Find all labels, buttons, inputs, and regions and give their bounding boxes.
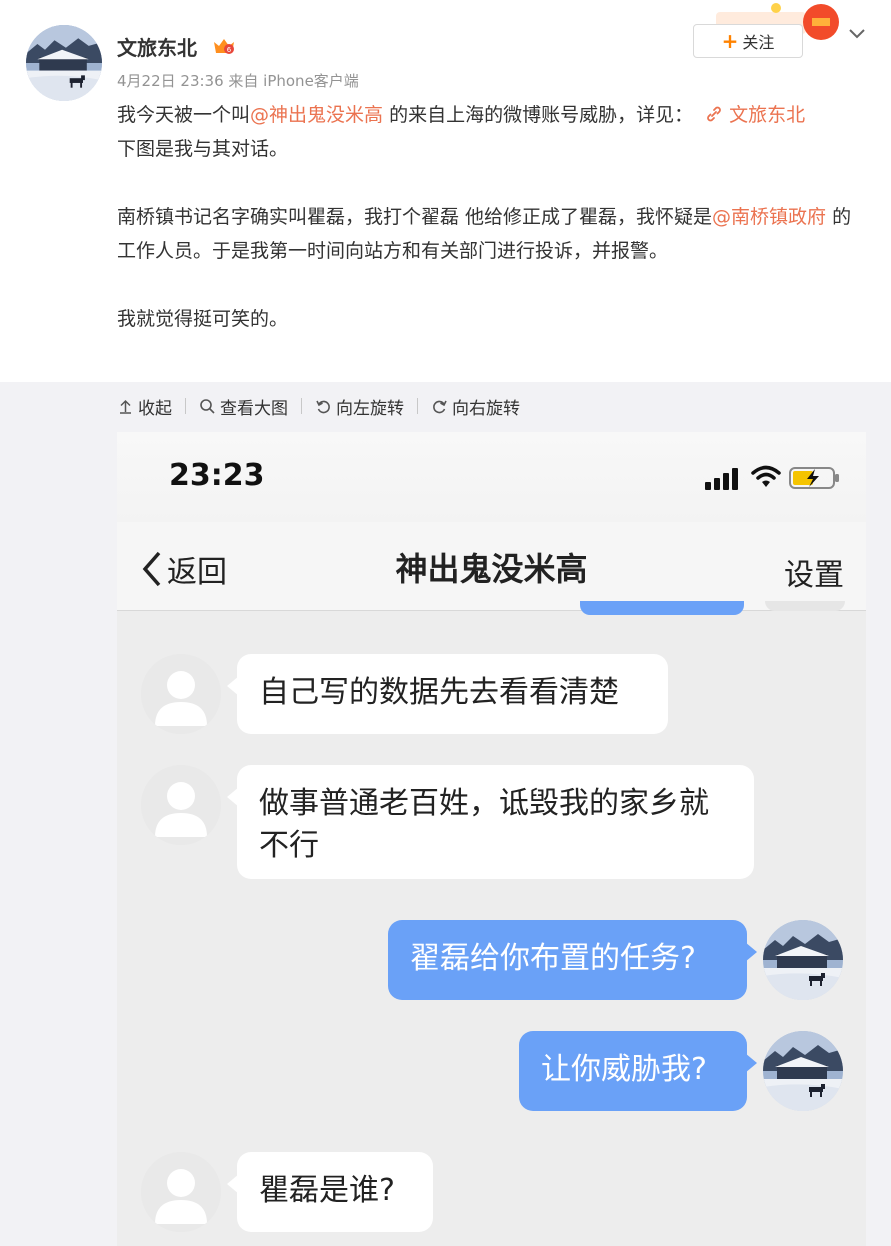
rotate-left-icon	[316, 400, 330, 413]
weibo-post: 文旅东北 6 4月22日 23:36 来自 iPhone客户端 + 关注 我今天…	[0, 0, 891, 382]
contact-avatar[interactable]	[141, 765, 221, 845]
vip-badge-icon: 6	[214, 39, 234, 54]
author-name[interactable]: 文旅东北	[117, 32, 197, 61]
contact-avatar[interactable]	[141, 654, 221, 734]
chat-nav-bar: 返回 神出鬼没米高 设置	[117, 522, 866, 611]
rotate-right-label: 向右旋转	[452, 398, 520, 419]
collapse-button[interactable]: 收起	[117, 394, 172, 419]
my-avatar[interactable]	[763, 1031, 843, 1111]
partial-message-bubble	[580, 601, 744, 615]
article-link-label: 文旅东北	[729, 104, 806, 126]
follow-button[interactable]: + 关注	[693, 24, 803, 58]
phone-status-bar: 23:23	[117, 432, 866, 522]
message-bubble-incoming[interactable]: 自己写的数据先去看看清楚	[227, 654, 668, 734]
message-bubble-incoming[interactable]: 做事普通老百姓，诋毁我的家乡就不行	[227, 765, 754, 879]
post-meta: 4月22日 23:36 来自 iPhone客户端	[117, 72, 359, 90]
toolbar-divider	[185, 398, 186, 414]
image-toolbar: 收起 查看大图 向左旋转 向右旋转	[117, 393, 520, 419]
rotate-right-icon	[433, 400, 447, 413]
view-large-label: 查看大图	[220, 398, 288, 419]
rotate-right-button[interactable]: 向右旋转	[431, 394, 520, 419]
post-para2-before: 南桥镇书记名字确实叫瞿磊，我打个翟磊 他给修正成了瞿磊，我怀疑是	[117, 206, 713, 228]
author-avatar[interactable]	[26, 25, 102, 101]
post-paragraph-4: 我就觉得挺可笑的。	[117, 308, 289, 330]
toolbar-divider	[301, 398, 302, 414]
wifi-icon	[751, 465, 781, 487]
settings-button[interactable]: 设置	[784, 550, 844, 594]
view-large-button[interactable]: 查看大图	[199, 394, 288, 419]
post-paragraph-2: 下图是我与其对话。	[117, 138, 289, 160]
post-paragraph-1: 我今天被一个叫@神出鬼没米高 的来自上海的微博账号威胁，详见： 文旅东北	[117, 98, 867, 132]
mention-link-government[interactable]: @南桥镇政府	[712, 206, 826, 228]
post-line1-after: 的来自上海的微博账号威胁，详见：	[383, 104, 694, 126]
message-bubble-outgoing[interactable]: 翟磊给你布置的任务?	[388, 920, 757, 1000]
rotate-left-button[interactable]: 向左旋转	[315, 394, 404, 419]
collapse-icon	[120, 399, 131, 414]
rotate-left-label: 向左旋转	[336, 398, 404, 419]
article-link[interactable]: 文旅东北	[705, 104, 805, 126]
follow-label: 关注	[742, 33, 775, 52]
message-bubble-outgoing[interactable]: 让你威胁我?	[519, 1031, 757, 1111]
svg-text:6: 6	[227, 46, 232, 54]
toolbar-divider	[417, 398, 418, 414]
battery-charging-icon	[789, 467, 839, 489]
signal-icon	[705, 468, 738, 490]
chevron-down-icon[interactable]	[846, 22, 868, 44]
message-bubble-incoming[interactable]: 瞿磊是谁?	[227, 1152, 433, 1232]
collapse-label: 收起	[138, 398, 172, 419]
search-icon	[200, 398, 215, 414]
post-paragraph-3: 南桥镇书记名字确实叫瞿磊，我打个翟磊 他给修正成了瞿磊，我怀疑是@南桥镇政府 的…	[117, 200, 867, 268]
my-avatar[interactable]	[763, 920, 843, 1000]
plus-icon: +	[721, 29, 739, 53]
chat-title: 神出鬼没米高	[395, 550, 588, 588]
link-icon	[707, 106, 722, 122]
post-line1-before: 我今天被一个叫	[117, 104, 251, 126]
mention-link-author[interactable]: @神出鬼没米高	[250, 104, 383, 126]
status-time: 23:23	[169, 458, 265, 493]
contact-avatar[interactable]	[141, 1152, 221, 1232]
partial-avatar	[765, 601, 845, 611]
chat-screenshot-image[interactable]: 23:23 返回 神出鬼没米高 设置 自己写的数据先去看看清楚 做事普通老百姓，…	[117, 432, 866, 1246]
post-text: 我今天被一个叫@神出鬼没米高 的来自上海的微博账号威胁，详见： 文旅东北 下图是…	[117, 98, 867, 336]
